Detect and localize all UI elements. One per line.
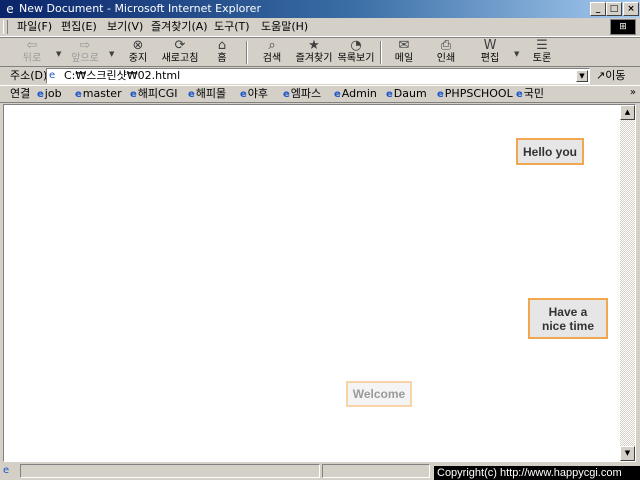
scroll-down-icon[interactable]: ▼	[620, 446, 635, 461]
stop-icon: ⊗	[132, 38, 144, 53]
favorites-button[interactable]: ★ 즐겨찾기	[292, 39, 336, 66]
home-button[interactable]: ⌂ 홈	[200, 39, 244, 66]
links-bar: 연결 ejob emaster e해피CGI e해피몰 e야후 e엠파스 eAd…	[0, 85, 640, 103]
menu-favorites[interactable]: 즐겨찾기(A)	[151, 20, 208, 34]
refresh-icon: ⟳	[174, 38, 186, 53]
windows-logo-icon: ⊞	[610, 19, 636, 35]
title-bar: e New Document - Microsoft Internet Expl…	[0, 0, 640, 18]
ie-page-icon: e	[386, 89, 393, 100]
menu-tools[interactable]: 도구(T)	[214, 20, 250, 34]
link-empas[interactable]: e엠파스	[283, 87, 321, 101]
link-job[interactable]: ejob	[37, 87, 62, 101]
menu-grip	[3, 20, 8, 34]
search-button[interactable]: ⌕ 검색	[250, 39, 294, 66]
favorites-icon: ★	[308, 38, 320, 53]
page-viewport: Hello you Have a nice time Welcome ▲ ▼	[3, 104, 636, 462]
toolbar-separator	[246, 41, 248, 64]
forward-dropdown-icon[interactable]: ▼	[109, 50, 114, 58]
status-text-cell	[20, 464, 320, 478]
link-daum[interactable]: eDaum	[386, 87, 427, 101]
floating-box-hello: Hello you	[516, 138, 584, 165]
history-button[interactable]: ◔ 목록보기	[334, 39, 378, 66]
menu-file[interactable]: 파일(F)	[17, 20, 52, 34]
go-button[interactable]: ↗이동	[596, 69, 625, 83]
copyright-banner: Copyright(c) http://www.happycgi.com	[434, 466, 640, 480]
ie-page-icon: e	[130, 89, 137, 100]
floating-box-have-a-nice-time: Have a nice time	[528, 298, 608, 339]
link-master[interactable]: emaster	[75, 87, 122, 101]
floating-box-welcome: Welcome	[346, 381, 412, 407]
page-status-icon: e	[3, 465, 10, 476]
back-button[interactable]: ⇦ 뒤로	[10, 39, 54, 66]
link-admin[interactable]: eAdmin	[334, 87, 377, 101]
address-input[interactable]: e C:₩스크린샷₩02.html ▼	[46, 68, 590, 84]
forward-button[interactable]: ⇨ 앞으로	[63, 39, 107, 66]
home-icon: ⌂	[217, 38, 227, 53]
ie-page-icon: e	[188, 89, 195, 100]
link-kookmin[interactable]: e국민	[516, 87, 544, 101]
menu-view[interactable]: 보기(V)	[107, 20, 143, 34]
link-yahoo[interactable]: e야후	[240, 87, 268, 101]
minimize-button[interactable]: _	[590, 2, 606, 16]
address-label: 주소(D)	[10, 69, 48, 82]
link-phpschool[interactable]: ePHPSCHOOL	[437, 87, 513, 101]
ie-logo-icon: e	[6, 2, 14, 16]
vertical-scrollbar[interactable]: ▲ ▼	[620, 105, 635, 461]
ie-page-icon: e	[240, 89, 247, 100]
scroll-up-icon[interactable]: ▲	[620, 105, 635, 120]
print-button[interactable]: ⎙ 인쇄	[424, 39, 468, 66]
go-arrow-icon: ↗	[596, 69, 606, 82]
address-dropdown-icon[interactable]: ▼	[576, 70, 588, 82]
ie-page-icon: e	[516, 89, 523, 100]
history-icon: ◔	[350, 38, 362, 53]
discuss-button[interactable]: ☰ 토론	[520, 39, 564, 66]
mail-button[interactable]: ✉ 메일	[382, 39, 426, 66]
links-label: 연결	[10, 87, 31, 100]
back-arrow-icon: ⇦	[26, 38, 38, 53]
page-icon: e	[49, 70, 56, 81]
forward-arrow-icon: ⇨	[79, 38, 91, 53]
ie-page-icon: e	[334, 89, 341, 100]
link-happycgi[interactable]: e해피CGI	[130, 87, 178, 101]
ie-page-icon: e	[283, 89, 290, 100]
address-value: C:₩스크린샷₩02.html	[64, 69, 181, 82]
menu-help[interactable]: 도움말(H)	[261, 20, 308, 34]
maximize-button[interactable]: □	[606, 2, 622, 16]
menu-bar: 파일(F) 편집(E) 보기(V) 즐겨찾기(A) 도구(T) 도움말(H)	[0, 18, 640, 37]
ie-page-icon: e	[75, 89, 82, 100]
close-button[interactable]: ×	[623, 2, 639, 16]
discuss-icon: ☰	[536, 38, 548, 53]
search-icon: ⌕	[268, 38, 276, 53]
window-title: New Document - Microsoft Internet Explor…	[19, 2, 261, 15]
back-dropdown-icon[interactable]: ▼	[56, 50, 61, 58]
refresh-button[interactable]: ⟳ 새로고침	[158, 39, 202, 66]
address-bar: 주소(D) e C:₩스크린샷₩02.html ▼ ↗이동	[0, 67, 640, 85]
mail-icon: ✉	[398, 38, 410, 53]
edit-dropdown-icon[interactable]: ▼	[514, 50, 519, 58]
stop-button[interactable]: ⊗ 중지	[116, 39, 160, 66]
menu-edit[interactable]: 편집(E)	[61, 20, 97, 34]
status-cell	[322, 464, 430, 478]
ie-page-icon: e	[37, 89, 44, 100]
link-happymall[interactable]: e해피몰	[188, 87, 226, 101]
word-icon: W	[483, 38, 497, 53]
edit-button[interactable]: W 편집	[468, 39, 512, 66]
ie-page-icon: e	[437, 89, 444, 100]
standard-toolbar: ⇦ 뒤로 ▼ ⇨ 앞으로 ▼ ⊗ 중지 ⟳ 새로고침 ⌂ 홈 ⌕ 검색 ★ 즐겨…	[0, 37, 640, 67]
chevron-right-icon[interactable]: »	[630, 86, 636, 100]
print-icon: ⎙	[440, 38, 452, 53]
